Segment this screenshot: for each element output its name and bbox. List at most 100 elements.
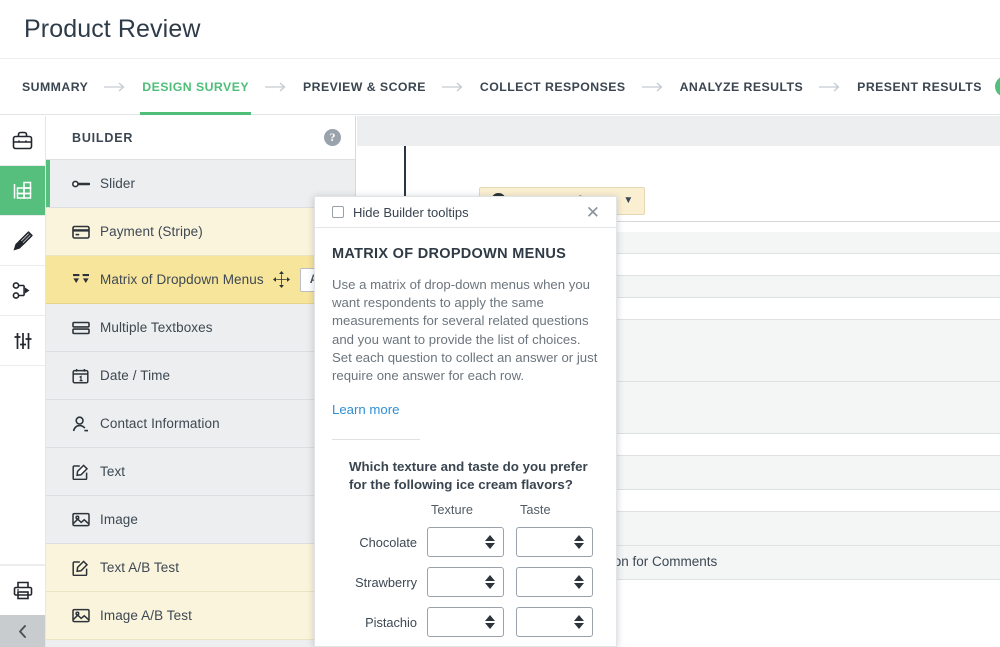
preview-matrix: Texture Taste Chocolate Strawberry Pista… [349, 502, 599, 637]
builder-item-label: Matrix of Dropdown Menus [100, 272, 264, 287]
tooltip-title: MATRIX OF DROPDOWN MENUS [332, 246, 599, 262]
rail-collapse-button[interactable] [0, 615, 45, 647]
builder-item-matrix-of-dropdown-menus[interactable]: Matrix of Dropdown Menus ADD [46, 256, 355, 304]
build-blocks-icon [13, 181, 33, 200]
person-icon [72, 416, 94, 432]
builder-item-multiple-textboxes[interactable]: Multiple Textboxes [46, 304, 355, 352]
matrix-dropdown-icon [72, 273, 94, 287]
builder-item-label: Image A/B Test [100, 608, 192, 623]
workflow-nav: SUMMARY DESIGN SURVEY PREVIEW & SCORE CO… [0, 59, 1000, 115]
page-title: Product Review [24, 15, 200, 44]
nav-item-present-results[interactable]: PRESENT RESULTS [855, 59, 984, 115]
preview-dropdown[interactable] [516, 567, 593, 597]
preview-row-label: Pistachio [349, 607, 427, 637]
nav-arrow-icon [442, 82, 464, 92]
builder-item-slider[interactable]: Slider [46, 160, 355, 208]
nav-item-preview-score[interactable]: PREVIEW & SCORE [301, 59, 428, 115]
rail-button-build-blocks[interactable] [0, 166, 45, 216]
nav-arrow-icon [265, 82, 287, 92]
image-icon [72, 608, 94, 623]
builder-title: BUILDER [72, 131, 133, 145]
page-header: Product Review [0, 0, 1000, 59]
builder-panel-header: BUILDER ? [46, 116, 355, 160]
nav-item-analyze-results[interactable]: ANALYZE RESULTS [678, 59, 806, 115]
preview-dropdown[interactable] [516, 527, 593, 557]
close-icon[interactable]: ✕ [583, 202, 603, 223]
preview-row-label: Chocolate [349, 527, 427, 557]
builder-item-text[interactable]: Text [46, 448, 355, 496]
calendar-icon [72, 368, 94, 384]
hide-tooltips-checkbox[interactable] [332, 206, 344, 218]
image-icon [72, 512, 94, 527]
builder-item-label: Text [100, 464, 125, 479]
builder-item-label: Payment (Stripe) [100, 224, 203, 239]
nav-arrow-icon [104, 82, 126, 92]
rail-button-theme[interactable] [0, 216, 45, 266]
text-cursor [404, 146, 406, 200]
preview-dropdown[interactable] [427, 607, 504, 637]
preview-dropdown[interactable] [516, 607, 593, 637]
status-badge-new: NEW! [995, 76, 1000, 97]
printer-icon [13, 581, 33, 600]
rail-button-settings[interactable] [0, 316, 45, 366]
builder-item-payment-stripe[interactable]: Payment (Stripe) [46, 208, 355, 256]
spinner-icon [574, 615, 584, 629]
text-edit-icon [72, 560, 94, 576]
nav-item-summary[interactable]: SUMMARY [20, 59, 90, 115]
preview-corner-cell [349, 502, 427, 517]
spinner-icon [574, 575, 584, 589]
icon-rail [0, 116, 46, 647]
credit-card-icon [72, 225, 94, 239]
preview-question: Which texture and taste do you prefer fo… [349, 458, 599, 493]
builder-item-label: Date / Time [100, 368, 170, 383]
nav-arrow-icon [819, 82, 841, 92]
text-edit-icon [72, 464, 94, 480]
tooltip-header: Hide Builder tooltips ✕ [315, 197, 616, 228]
preview-dropdown[interactable] [427, 567, 504, 597]
builder-item-label: Contact Information [100, 416, 220, 431]
preview-row-label: Strawberry [349, 567, 427, 597]
builder-item-text-ab-test[interactable]: Text A/B Test [46, 544, 355, 592]
multiple-textboxes-icon [72, 321, 94, 335]
preview-column-header: Texture [427, 502, 516, 517]
help-icon[interactable]: ? [324, 129, 341, 146]
builder-item-label: Image [100, 512, 138, 527]
hide-tooltips-checkbox-wrap[interactable]: Hide Builder tooltips [332, 205, 469, 220]
nav-arrow-icon [642, 82, 664, 92]
builder-item-image[interactable]: Image [46, 496, 355, 544]
builder-item-label: Multiple Textboxes [100, 320, 213, 335]
builder-item-image-ab-test[interactable]: Image A/B Test [46, 592, 355, 640]
canvas-top-strip [357, 116, 1000, 146]
drag-move-icon[interactable] [273, 271, 290, 288]
spinner-icon [574, 535, 584, 549]
rail-button-print[interactable] [0, 565, 45, 615]
preview-dropdown[interactable] [427, 527, 504, 557]
learn-more-link[interactable]: Learn more [332, 402, 399, 417]
nav-item-design-survey[interactable]: DESIGN SURVEY [140, 59, 251, 115]
rail-button-logic[interactable] [0, 266, 45, 316]
builder-panel: BUILDER ? Slider Payment (Stripe) [46, 116, 356, 647]
chevron-left-icon [16, 624, 29, 639]
builder-item-contact-information[interactable]: Contact Information [46, 400, 355, 448]
builder-item-date-time[interactable]: Date / Time [46, 352, 355, 400]
sliders-icon [13, 331, 33, 351]
spinner-icon [485, 615, 495, 629]
spinner-icon [485, 575, 495, 589]
toolbox-icon [12, 131, 33, 150]
builder-tooltip-popup: Hide Builder tooltips ✕ MATRIX OF DROPDO… [314, 196, 617, 647]
chevron-down-icon: ▼ [623, 195, 633, 206]
hide-tooltips-label: Hide Builder tooltips [353, 205, 469, 220]
slider-icon [72, 178, 94, 190]
rail-button-toolbox[interactable] [0, 116, 45, 166]
tooltip-preview: Which texture and taste do you prefer fo… [332, 440, 599, 637]
builder-item-label: Text A/B Test [100, 560, 179, 575]
tooltip-description: Use a matrix of drop-down menus when you… [332, 276, 599, 385]
app-root: Product Review SUMMARY DESIGN SURVEY PRE… [0, 0, 1000, 647]
paintbrush-icon [13, 231, 33, 251]
rail-spacer [0, 366, 45, 565]
builder-item-label: Slider [100, 176, 135, 191]
preview-column-header: Taste [516, 502, 605, 517]
logic-branch-icon [12, 281, 33, 300]
nav-item-collect-responses[interactable]: COLLECT RESPONSES [478, 59, 628, 115]
spinner-icon [485, 535, 495, 549]
